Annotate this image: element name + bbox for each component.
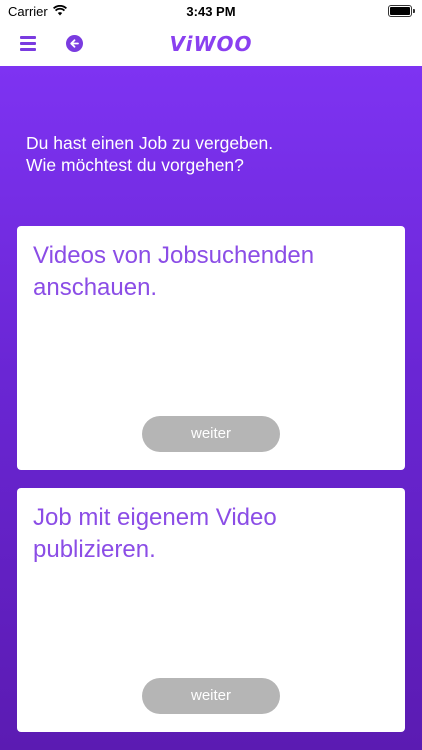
app-logo: ViWOO (169, 32, 253, 56)
option-card-publish-job: Job mit eigenem Video publizieren. weite… (17, 488, 405, 732)
nav-bar: ViWOO (0, 24, 422, 66)
option-card-watch-videos: Videos von Jobsuchenden anschauen. weite… (17, 226, 405, 470)
main-content: Du hast einen Job zu vergeben. Wie möcht… (0, 66, 422, 750)
status-bar: Carrier 3:43 PM (0, 0, 422, 24)
battery-icon (388, 5, 415, 17)
clock: 3:43 PM (186, 4, 236, 19)
card-title: Job mit eigenem Video publizieren. (33, 504, 277, 563)
intro-text: Du hast einen Job zu vergeben. Wie möcht… (26, 133, 274, 175)
weiter-button[interactable]: weiter (142, 678, 280, 714)
weiter-button[interactable]: weiter (142, 416, 280, 452)
card-title: Videos von Jobsuchenden anschauen. (33, 242, 315, 301)
